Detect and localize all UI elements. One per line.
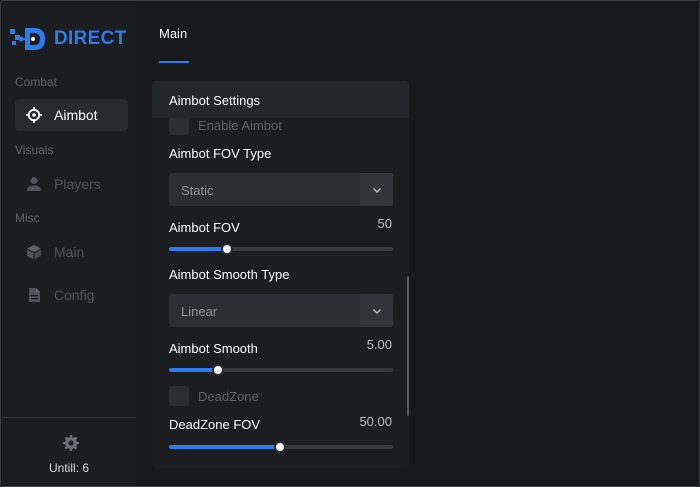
smooth-value: 5.00 <box>366 337 392 352</box>
fov-type-dropdown-button[interactable] <box>360 173 393 206</box>
sidebar-item-config[interactable]: Config <box>15 279 128 311</box>
smooth-label: Aimbot Smooth <box>169 341 258 356</box>
sidebar-item-aimbot[interactable]: Aimbot <box>15 99 128 131</box>
brand-name: DIRECT <box>54 28 127 49</box>
slider-handle[interactable] <box>274 441 286 453</box>
deadzone-fov-slider[interactable] <box>169 441 393 453</box>
gear-icon[interactable] <box>63 435 79 451</box>
smooth-slider[interactable] <box>169 364 393 376</box>
brand: DIRECT <box>10 24 127 54</box>
aimbot-settings-panel: Aimbot Settings Enable Aimbot Aimbot FOV… <box>152 81 409 468</box>
panel-scrollbar[interactable] <box>407 276 409 416</box>
fov-label: Aimbot FOV <box>169 220 240 235</box>
deadzone-fov-label: DeadZone FOV <box>169 417 261 432</box>
enable-aimbot-checkbox-row[interactable]: Enable Aimbot <box>169 115 282 135</box>
brand-logo-icon <box>10 28 45 50</box>
section-label-combat: Combat <box>15 75 58 89</box>
sidebar-item-label: Aimbot <box>54 107 98 123</box>
sidebar-item-label: Players <box>54 176 101 192</box>
fov-type-select[interactable]: Static <box>169 173 393 206</box>
slider-fill <box>169 247 227 251</box>
fov-type-value: Static <box>181 183 214 198</box>
fov-type-label: Aimbot FOV Type <box>169 146 272 161</box>
panel-body: Enable Aimbot Aimbot FOV Type Static Aim… <box>152 115 409 468</box>
enable-aimbot-checkbox[interactable] <box>169 115 189 135</box>
section-label-misc: Misc <box>15 211 40 225</box>
sidebar-divider <box>2 417 136 418</box>
sidebar-item-players[interactable]: Players <box>15 168 128 200</box>
slider-handle[interactable] <box>221 243 233 255</box>
tab-active-indicator <box>159 61 189 63</box>
sidebar: DIRECT Combat Aimbot Visuals Players Mis… <box>2 2 136 486</box>
sidebar-item-label: Main <box>54 244 85 260</box>
user-icon <box>27 177 41 191</box>
sidebar-item-main[interactable]: Main <box>15 236 128 268</box>
enable-aimbot-label: Enable Aimbot <box>198 117 282 133</box>
deadzone-checkbox-row[interactable]: DeadZone <box>169 386 259 406</box>
footer-text: Untill: 6 <box>48 461 89 475</box>
slider-fill <box>169 368 218 372</box>
cube-icon <box>27 245 41 260</box>
smooth-type-label: Aimbot Smooth Type <box>169 267 290 282</box>
fov-value: 50 <box>377 216 392 231</box>
section-label-visuals: Visuals <box>15 143 54 157</box>
smooth-type-select[interactable]: Linear <box>169 294 393 327</box>
smooth-type-dropdown-button[interactable] <box>360 294 393 327</box>
chevron-down-icon <box>372 187 381 193</box>
slider-fill <box>169 445 280 449</box>
document-icon <box>29 288 40 302</box>
app-window: DIRECT Combat Aimbot Visuals Players Mis… <box>0 0 700 487</box>
crosshair-icon <box>26 107 42 123</box>
deadzone-checkbox[interactable] <box>169 386 189 406</box>
deadzone-label: DeadZone <box>198 388 259 404</box>
smooth-type-value: Linear <box>181 304 218 319</box>
chevron-down-icon <box>372 308 381 314</box>
panel-title: Aimbot Settings <box>152 81 409 118</box>
deadzone-fov-value: 50.00 <box>359 414 392 429</box>
sidebar-item-label: Config <box>54 287 95 303</box>
tab-main[interactable]: Main <box>159 26 187 41</box>
fov-slider[interactable] <box>169 243 393 255</box>
slider-handle[interactable] <box>212 364 224 376</box>
